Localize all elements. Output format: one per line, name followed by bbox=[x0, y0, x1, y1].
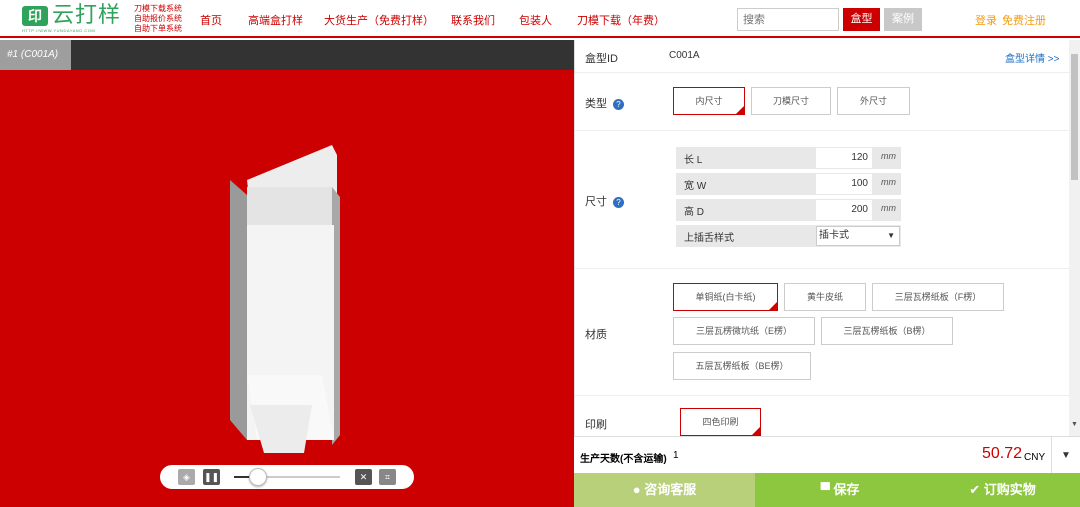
order-label: 订购实物 bbox=[983, 482, 1036, 497]
logo-tagline: 刀模下载系统 自助报价系统 自助下单系统 bbox=[134, 4, 194, 34]
case-button[interactable]: 案例 bbox=[884, 8, 922, 31]
help-icon[interactable]: ? bbox=[613, 98, 624, 110]
depth-input[interactable]: 200 bbox=[816, 200, 872, 220]
type-section: 类型? 内尺寸 刀模尺寸 外尺寸 bbox=[575, 73, 1069, 131]
site-logo[interactable]: 印 云打样 HTTP://WWW.YUNDAYANG.COM 刀模下载系统 自助… bbox=[22, 4, 182, 34]
dim-name: 宽 W bbox=[684, 181, 707, 192]
scroll-down-icon[interactable]: ▼ bbox=[1069, 421, 1080, 436]
nav-die-download[interactable]: 刀模下载（年费） bbox=[577, 12, 665, 28]
tongue-style-select[interactable]: 插卡式 ▼ bbox=[816, 226, 900, 246]
logo-tag: 自助下单系统 bbox=[134, 24, 182, 33]
order-bar: 生产天数(不含运输) 1 50.72 CNY ▼ ● 咨询客服 ▀ 保存 ✔ 订… bbox=[574, 436, 1080, 507]
dim-name: 长 L bbox=[684, 155, 703, 166]
progress-slider[interactable] bbox=[234, 468, 340, 486]
box-detail-link[interactable]: 盒型详情 >> bbox=[1005, 50, 1059, 65]
dim-row-width: 宽 W 100 mm bbox=[676, 173, 901, 195]
3d-viewer[interactable]: #1 (C001A) ◈ ❚❚ ✕ ⌗ bbox=[0, 40, 574, 507]
check-circle-icon: ✔ bbox=[969, 482, 984, 497]
dim-name: 高 D bbox=[684, 207, 704, 218]
material-section: 材质 单铜纸(白卡纸) 黄牛皮纸 三层瓦楞纸板（F楞） 三层瓦楞微坑纸（E楞） … bbox=[575, 269, 1069, 396]
logo-name: 云打样 bbox=[52, 3, 122, 28]
chat-icon: ● bbox=[632, 482, 645, 497]
type-label-text: 类型 bbox=[585, 98, 607, 110]
tongue-style-value: 插卡式 bbox=[819, 230, 849, 241]
material-option[interactable]: 三层瓦楞纸板（F楞） bbox=[872, 283, 1004, 311]
animation-player: ◈ ❚❚ ✕ ⌗ bbox=[160, 465, 414, 489]
chevron-down-icon: ▼ bbox=[887, 231, 895, 240]
size-label-text: 尺寸 bbox=[585, 196, 607, 208]
material-option[interactable]: 三层瓦楞纸板（B楞） bbox=[821, 317, 953, 345]
dim-row-length: 长 L 120 mm bbox=[676, 147, 901, 169]
help-icon[interactable]: ? bbox=[613, 196, 624, 208]
dim-row-depth: 高 D 200 mm bbox=[676, 199, 901, 221]
save-label: 保存 bbox=[833, 482, 860, 497]
logo-tag: 自助报价系统 bbox=[134, 14, 182, 23]
slider-handle[interactable] bbox=[249, 468, 267, 486]
dim-unit: mm bbox=[881, 203, 896, 213]
logo-mark-icon: 印 bbox=[22, 6, 48, 26]
box-type-button[interactable]: 盒型 bbox=[843, 8, 880, 31]
viewer-tab[interactable]: #1 (C001A) bbox=[0, 40, 71, 70]
type-label: 类型? bbox=[585, 95, 624, 111]
login-link[interactable]: 登录 bbox=[975, 12, 997, 28]
nav-home[interactable]: 首页 bbox=[200, 12, 222, 28]
material-option[interactable]: 五层瓦楞纸板（BE楞） bbox=[673, 352, 811, 380]
dim-unit: mm bbox=[881, 151, 896, 161]
cart-icon: ▀ bbox=[820, 482, 834, 497]
type-option-outer[interactable]: 外尺寸 bbox=[837, 87, 910, 115]
type-option-inner[interactable]: 内尺寸 bbox=[673, 87, 745, 115]
nav-premium-proofing[interactable]: 高端盒打样 bbox=[248, 12, 303, 28]
type-option-die[interactable]: 刀模尺寸 bbox=[751, 87, 831, 115]
size-label: 尺寸? bbox=[585, 193, 624, 209]
logo-url: HTTP://WWW.YUNDAYANG.COM bbox=[22, 28, 96, 33]
width-input[interactable]: 100 bbox=[816, 174, 872, 194]
production-days-value: 1 bbox=[673, 450, 679, 461]
dim-row-tongue: 上插舌样式 插卡式 ▼ bbox=[676, 225, 901, 247]
logo-tag: 刀模下载系统 bbox=[134, 4, 182, 13]
dim-unit: mm bbox=[881, 177, 896, 187]
order-button[interactable]: ✔ 订购实物 bbox=[925, 473, 1080, 507]
material-option[interactable]: 三层瓦楞微坑纸（E楞） bbox=[673, 317, 815, 345]
material-option[interactable]: 单铜纸(白卡纸) bbox=[673, 283, 778, 311]
length-input[interactable]: 120 bbox=[816, 148, 872, 168]
material-label: 材质 bbox=[585, 329, 607, 341]
production-days-label: 生产天数(不含运输) bbox=[580, 454, 667, 465]
nav-bulk-production[interactable]: 大货生产（免费打样） bbox=[324, 12, 434, 28]
config-panel: 盒型ID C001A 盒型详情 >> 类型? 内尺寸 刀模尺寸 外尺寸 尺寸? … bbox=[574, 40, 1069, 436]
panel-scrollbar[interactable] bbox=[1069, 40, 1080, 436]
material-option[interactable]: 黄牛皮纸 bbox=[784, 283, 866, 311]
pause-icon[interactable]: ❚❚ bbox=[203, 469, 220, 485]
nav-packager[interactable]: 包装人 bbox=[519, 12, 552, 28]
consult-button[interactable]: ● 咨询客服 bbox=[574, 473, 755, 507]
box-3d-model[interactable] bbox=[222, 145, 342, 460]
crop-icon[interactable]: ⌗ bbox=[379, 469, 396, 485]
model-icon[interactable]: ◈ bbox=[178, 469, 195, 485]
scrollbar-thumb[interactable] bbox=[1071, 54, 1078, 180]
save-button[interactable]: ▀ 保存 bbox=[755, 473, 925, 507]
search-input[interactable] bbox=[737, 8, 839, 31]
box-id-value: C001A bbox=[669, 50, 700, 61]
box-id-label: 盒型ID bbox=[585, 53, 618, 65]
print-option[interactable]: 四色印刷 bbox=[680, 408, 761, 436]
print-section: 印刷 四色印刷 bbox=[575, 396, 1069, 436]
size-section: 尺寸? 长 L 120 mm 宽 W 100 mm 高 D 200 mm 上插舌… bbox=[575, 131, 1069, 269]
nav-contact[interactable]: 联系我们 bbox=[451, 12, 495, 28]
consult-label: 咨询客服 bbox=[644, 482, 697, 497]
collapse-icon[interactable]: ✕ bbox=[355, 469, 372, 485]
register-link[interactable]: 免费注册 bbox=[1002, 12, 1046, 28]
price-value: 50.72 bbox=[982, 445, 1023, 462]
tongue-style-label: 上插舌样式 bbox=[684, 233, 734, 244]
currency: CNY bbox=[1024, 452, 1046, 463]
summary-bar: 生产天数(不含运输) 1 50.72 CNY ▼ bbox=[574, 436, 1080, 474]
box-id-section: 盒型ID C001A 盒型详情 >> bbox=[575, 40, 1069, 73]
chevron-down-icon[interactable]: ▼ bbox=[1051, 437, 1080, 474]
viewer-tab-bar: #1 (C001A) bbox=[0, 40, 574, 70]
header-bar: 印 云打样 HTTP://WWW.YUNDAYANG.COM 刀模下载系统 自助… bbox=[0, 0, 1080, 38]
print-label: 印刷 bbox=[585, 419, 607, 431]
